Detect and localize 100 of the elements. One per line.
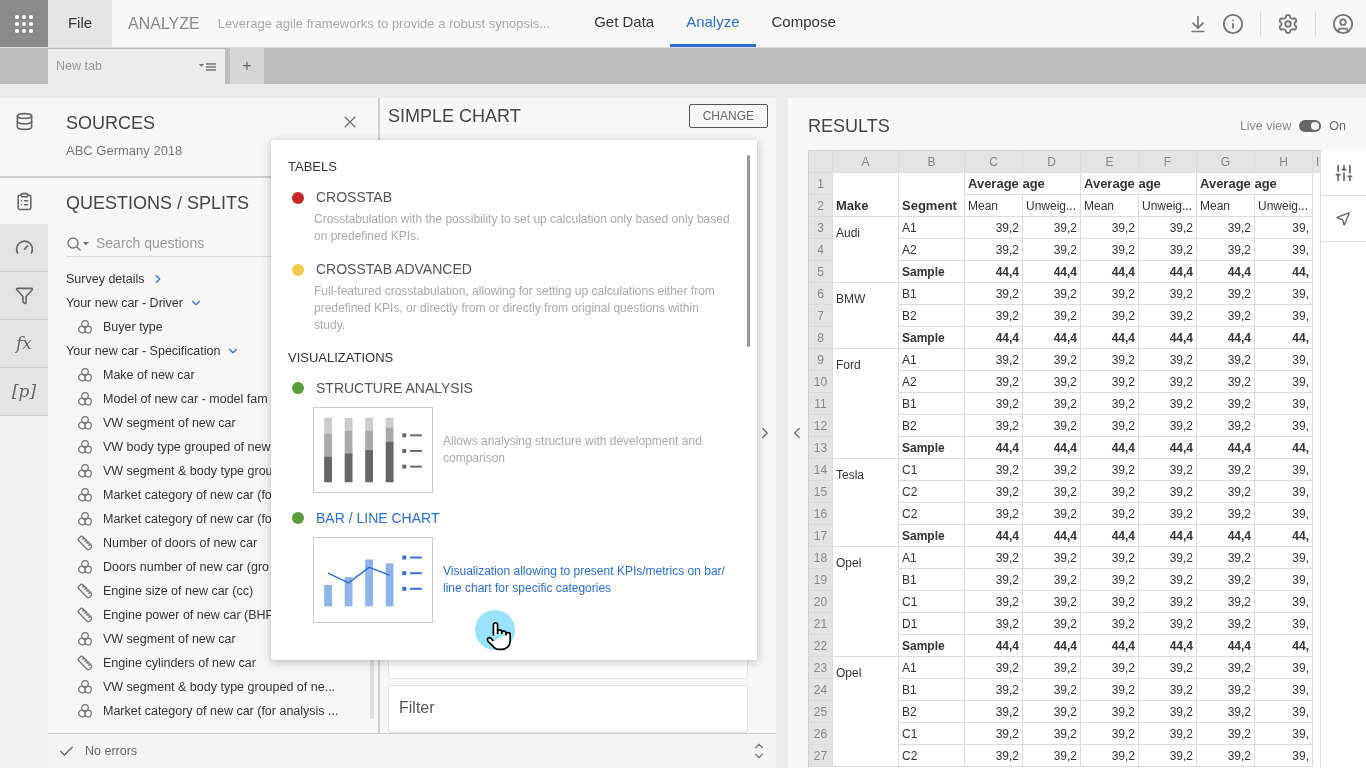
- table-cell: 39,2: [1197, 305, 1255, 327]
- file-tab[interactable]: File: [48, 0, 112, 47]
- question-item[interactable]: Make of new car: [103, 365, 195, 385]
- nav-tab[interactable]: Get Data: [578, 0, 671, 47]
- question-item[interactable]: Buyer type: [103, 317, 163, 337]
- table-cell: 39,2: [1081, 393, 1139, 415]
- search-field[interactable]: Search questions: [96, 233, 276, 254]
- table-cell: 39,2: [965, 723, 1023, 745]
- chart-type-option[interactable]: CROSSTAB ADVANCED: [316, 259, 472, 280]
- question-item[interactable]: Number of doors of new car: [103, 533, 258, 553]
- nav-tab[interactable]: Compose: [755, 0, 852, 47]
- info-icon[interactable]: [1222, 12, 1244, 35]
- table-cell: 39,2: [1197, 745, 1255, 767]
- database-icon[interactable]: [14, 112, 34, 131]
- table-cell: C1: [899, 591, 965, 613]
- table-cell: 39,2: [1081, 283, 1139, 305]
- table-cell: 39,2: [1081, 723, 1139, 745]
- table-cell: 39,2: [965, 701, 1023, 723]
- table-cell: 39,: [1255, 657, 1313, 679]
- question-item[interactable]: VW segment of new car: [103, 629, 236, 649]
- table-cell: 39,: [1255, 239, 1313, 261]
- table-cell: 39,2: [1081, 591, 1139, 613]
- settings-icon[interactable]: [1277, 12, 1299, 35]
- question-item[interactable]: Market category of new car (fo: [103, 485, 272, 505]
- question-item[interactable]: Market category of new car (fo: [103, 509, 272, 529]
- table-cell: 44,4: [1139, 437, 1197, 459]
- filter-card[interactable]: Filter: [388, 685, 748, 733]
- table-cell: A1: [899, 217, 965, 239]
- table-cell: 39,2: [1139, 349, 1197, 371]
- table-cell: 39,2: [1139, 613, 1197, 635]
- table-cell: 39,2: [1139, 481, 1197, 503]
- question-item[interactable]: VW segment & body type grouped of ne...: [103, 677, 336, 697]
- question-item[interactable]: Engine cylinders of new car: [103, 653, 256, 673]
- sliders-icon[interactable]: [1333, 162, 1354, 183]
- scrollbar[interactable]: [747, 155, 750, 347]
- gauge-icon: [14, 238, 34, 257]
- table-cell: 39,2: [1081, 239, 1139, 261]
- row-number: 23: [809, 657, 833, 679]
- table-cell: 39,2: [1197, 217, 1255, 239]
- table-cell: 39,2: [1197, 569, 1255, 591]
- chart-type-option[interactable]: STRUCTURE ANALYSIS: [316, 377, 473, 399]
- cursor-icon[interactable]: [1335, 210, 1352, 227]
- table-cell: 39,2: [1139, 701, 1197, 723]
- table-cell: B2: [899, 305, 965, 327]
- chart-type-option[interactable]: BAR / LINE CHART: [316, 507, 440, 529]
- table-cell: 39,2: [1197, 415, 1255, 437]
- panel-title: SOURCES: [66, 112, 156, 135]
- circles-icon: [77, 415, 93, 431]
- table-cell: 44,4: [1023, 635, 1081, 657]
- table-cell: C1: [899, 459, 965, 481]
- row-number: 9: [809, 349, 833, 371]
- table-cell: 44,4: [1081, 327, 1139, 349]
- row-number: 1: [809, 173, 833, 195]
- table-cell: 39,2: [1139, 371, 1197, 393]
- table-cell: 44,4: [1023, 327, 1081, 349]
- tab-menu-icon[interactable]: [199, 61, 217, 72]
- search-icon[interactable]: [66, 235, 90, 252]
- question-group[interactable]: Your new car - Specification: [66, 341, 221, 361]
- table-cell: 39,2: [965, 569, 1023, 591]
- table-cell: 39,2: [1023, 481, 1081, 503]
- table-cell: 39,2: [1081, 217, 1139, 239]
- question-group[interactable]: Survey details: [66, 269, 145, 289]
- user-icon[interactable]: [1332, 12, 1354, 35]
- option-description: Full-featured crosstabulation, allowing for setting up calculations either from predefined KPIs, or directly from or directly from original questions within study.: [314, 282, 716, 334]
- table-cell: 39,2: [1023, 657, 1081, 679]
- corner-cell[interactable]: [809, 151, 833, 173]
- clipboard-icon[interactable]: [14, 191, 34, 211]
- rail-tool[interactable]: fx: [16, 330, 32, 357]
- table-cell: 39,2: [1197, 701, 1255, 723]
- question-group[interactable]: Your new car - Driver: [66, 293, 183, 313]
- live-view-toggle[interactable]: [1299, 120, 1322, 132]
- table-cell: 39,: [1255, 305, 1313, 327]
- table-cell: A2: [899, 239, 965, 261]
- change-button[interactable]: CHANGE: [688, 104, 768, 128]
- question-item[interactable]: Doors number of new car (gro: [103, 557, 270, 577]
- circles-icon: [77, 631, 93, 647]
- question-item[interactable]: Market category of new car (for analysis ...: [103, 701, 339, 721]
- table-cell: 44,4: [1081, 261, 1139, 283]
- table-cell: 39,2: [1139, 503, 1197, 525]
- table-cell: 39,2: [1197, 503, 1255, 525]
- circles-icon: [77, 391, 93, 407]
- row-number: 8: [809, 327, 833, 349]
- circles-icon: [77, 319, 93, 335]
- chart-type-option[interactable]: CROSSTAB: [316, 187, 392, 208]
- table-cell: 39,2: [965, 239, 1023, 261]
- add-tab-button[interactable]: +: [230, 48, 264, 84]
- question-item[interactable]: Engine size of new car (cc): [103, 581, 254, 601]
- table-cell: C2: [899, 503, 965, 525]
- app-menu-button[interactable]: [0, 0, 48, 47]
- question-item[interactable]: Model of new car - model fam: [103, 389, 268, 409]
- download-icon[interactable]: [1188, 13, 1208, 34]
- circles-icon: [77, 511, 93, 527]
- row-number: 25: [809, 701, 833, 723]
- table-cell: 44,4: [1139, 635, 1197, 657]
- table-cell: 44,4: [1023, 261, 1081, 283]
- question-item[interactable]: VW segment of new car: [103, 413, 236, 433]
- panel-title: SIMPLE CHART: [388, 104, 521, 128]
- page-subtitle: Leverage agile frameworks to provide a robust synopsis...: [217, 14, 551, 33]
- table-cell: 39,2: [1139, 459, 1197, 481]
- question-item[interactable]: VW body type grouped of new: [103, 437, 271, 457]
